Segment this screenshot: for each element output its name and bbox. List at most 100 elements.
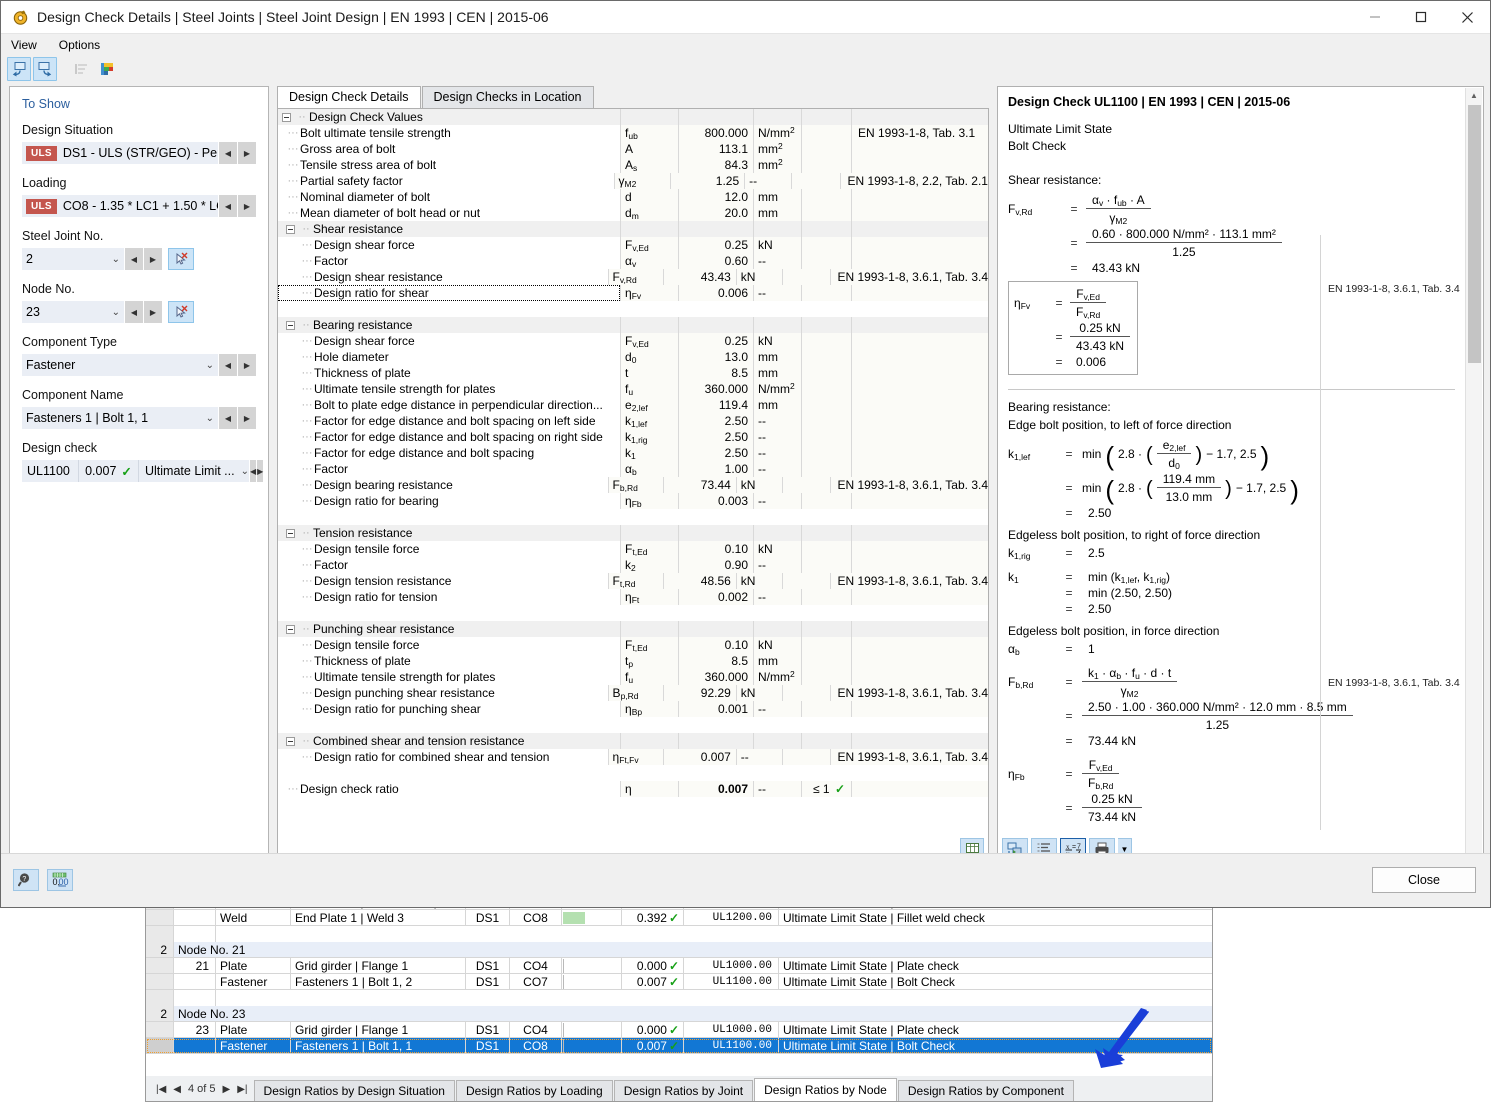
tree-item-row[interactable]: ··· Ultimate tensile strength for plates f… [278,669,988,685]
ratios-tab-1[interactable]: Design Ratios by Loading [455,1080,613,1101]
loading-prev-button[interactable]: ◀ [219,195,237,217]
chevron-down-icon[interactable]: ⌄ [106,254,120,265]
tree-item-row[interactable]: ··· Gross area of bolt A 113.1 mm2 [278,141,988,157]
tree-item-row[interactable]: ··· Ultimate tensile strength for plates f… [278,381,988,397]
tree-item-row[interactable]: ··· Nominal diameter of bolt d 12.0 mm [278,189,988,205]
tree-item-row[interactable]: ··· Design tension resistance Ft,Rd 48.56 kN… [278,573,988,589]
scroll-up-icon[interactable]: ▲ [1466,88,1482,103]
tree-item-row[interactable]: ··· Factor k2 0.90 -- [278,557,988,573]
tree-item-row[interactable]: ··· Design punching shear resistance Bp,Rd… [278,685,988,701]
tree-item-row[interactable]: ··· Factor αb 1.00 -- [278,461,988,477]
steel-joint-combo[interactable]: 2 ⌄ [22,248,124,270]
pager-prev[interactable]: ◀ [173,1084,181,1095]
menu-options[interactable]: Options [59,38,100,52]
component-type-prev-button[interactable]: ◀ [219,354,237,376]
tree-group-row[interactable]: ·· Design Check Values [278,109,988,125]
chevron-down-icon[interactable]: ⌄ [200,413,214,424]
design-situation-next-button[interactable]: ▶ [238,142,256,164]
design-check-values-tree[interactable]: ·· Design Check Values ··· Bolt ultimate te… [277,108,989,865]
pick-node-icon[interactable] [168,301,194,323]
loading-next-button[interactable]: ▶ [238,195,256,217]
design-situation-prev-button[interactable]: ◀ [219,142,237,164]
next-check-icon[interactable] [33,57,57,81]
collapse-icon[interactable] [286,320,295,330]
tree-item-row[interactable]: ··· Design check ratio η 0.007 -- ≤ 1 ✓ [278,781,988,797]
ratios-tab-0[interactable]: Design Ratios by Design Situation [253,1080,455,1101]
table-pager[interactable]: |◀ ◀ 4 of 5 ▶ ▶| [150,1077,254,1101]
tree-group-row[interactable]: ·· Tension resistance [278,525,988,541]
previous-check-icon[interactable] [7,57,31,81]
tree-group-row[interactable]: ·· Punching shear resistance [278,621,988,637]
tree-item-row[interactable]: ··· Design ratio for bearing ηFb 0.003 -- [278,493,988,509]
close-button[interactable]: Close [1372,867,1476,893]
component-type-next-button[interactable]: ▶ [238,354,256,376]
collapse-icon[interactable] [286,528,295,538]
tree-item-row[interactable]: ··· Thickness of plate tp 8.5 mm [278,653,988,669]
table-group-row[interactable]: 2 Node No. 23 [146,1006,1212,1022]
help-magnifier-icon[interactable]: ? [13,869,39,891]
design-check-description[interactable]: Ultimate Limit ... ⌄ [138,460,249,482]
center-tabstrip[interactable]: Design Check Details Design Checks in Loc… [277,86,989,108]
chevron-down-icon[interactable]: ⌄ [235,466,249,477]
minimize-button[interactable] [1352,1,1398,34]
design-check-next-button[interactable]: ▶ [257,460,264,482]
tab-design-checks-in-location[interactable]: Design Checks in Location [421,86,594,108]
maximize-button[interactable] [1398,1,1444,34]
tree-item-row[interactable]: ··· Tensile stress area of bolt As 84.3 mm2 [278,157,988,173]
collapse-icon[interactable] [282,112,291,122]
pager-next[interactable]: ▶ [223,1084,231,1095]
tree-item-row[interactable]: ··· Thickness of plate t 8.5 mm [278,365,988,381]
tree-item-row[interactable]: ··· Design shear resistance Fv,Rd 43.43 kN EN… [278,269,988,285]
design-check-prev-button[interactable]: ◀ [250,460,257,482]
tree-item-row[interactable]: ··· Design shear force Fv,Ed 0.25 kN [278,237,988,253]
ratios-tab-4[interactable]: Design Ratios by Component [897,1080,1074,1101]
steel-joint-prev-button[interactable]: ◀ [125,248,143,270]
tree-item-row[interactable]: ··· Design tensile force Ft,Ed 0.10 kN [278,637,988,653]
menu-bar[interactable]: View Options [1,34,1490,55]
ratios-tab-2[interactable]: Design Ratios by Joint [613,1080,754,1101]
tree-item-row[interactable]: ··· Design ratio for tension ηFt 0.002 -- [278,589,988,605]
table-row[interactable]: 23 Plate Grid girder | Flange 1 DS1 CO4 0.000… [146,1022,1212,1038]
loading-combo[interactable]: ULS CO8 - 1.35 * LC1 + 1.50 * LC4 ⌄ [22,195,218,217]
tree-item-row[interactable]: ··· Design ratio for combined shear and t… [278,749,988,765]
component-name-combo[interactable]: Fasteners 1 | Bolt 1, 1 ⌄ [22,407,218,429]
table-row[interactable]: 21 Plate Grid girder | Flange 1 DS1 CO4 0.000… [146,958,1212,974]
collapse-icon[interactable] [286,224,295,234]
table-row[interactable]: Fastener Fasteners 1 | Bolt 1, 1 DS1 CO8 0.0… [146,1038,1212,1054]
ratios-tab-3[interactable]: Design Ratios by Node [754,1078,897,1101]
tree-item-row[interactable]: ··· Design ratio for punching shear ηBp 0.0… [278,701,988,717]
tree-group-row[interactable]: ·· Bearing resistance [278,317,988,333]
tree-item-row[interactable]: ··· Factor for edge distance and bolt spa… [278,445,988,461]
tree-item-row[interactable]: ··· Factor for edge distance and bolt spa… [278,413,988,429]
node-prev-button[interactable]: ◀ [125,301,143,323]
scroll-thumb[interactable] [1468,105,1481,363]
component-type-combo[interactable]: Fastener ⌄ [22,354,218,376]
node-combo[interactable]: 23 ⌄ [22,301,124,323]
tree-item-row[interactable]: ··· Partial safety factor γM2 1.25 -- EN 1993… [278,173,988,189]
design-situation-combo[interactable]: ULS DS1 - ULS (STR/GEO) - Perm... ⌄ [22,142,218,164]
tab-design-check-details[interactable]: Design Check Details [277,86,421,108]
design-check-code[interactable]: UL1100 [22,460,78,482]
table-group-row[interactable]: 2 Node No. 21 [146,942,1212,958]
tree-item-row[interactable]: ··· Factor αv 0.60 -- [278,253,988,269]
render-view-icon[interactable] [95,57,119,81]
menu-view[interactable]: View [11,38,37,52]
formula-scrollbar[interactable]: ▲ ▼ [1465,88,1482,863]
chevron-down-icon[interactable]: ⌄ [200,360,214,371]
tree-item-row[interactable]: ··· Design bearing resistance Fb,Rd 73.44 kN… [278,477,988,493]
collapse-icon[interactable] [286,736,295,746]
steel-joint-next-button[interactable]: ▶ [144,248,162,270]
tree-group-row[interactable]: ·· Shear resistance [278,221,988,237]
pager-first[interactable]: |◀ [156,1084,166,1095]
collapse-icon[interactable] [286,624,295,634]
tree-item-row[interactable]: ··· Factor for edge distance and bolt spa… [278,429,988,445]
pager-last[interactable]: ▶| [237,1084,247,1095]
node-next-button[interactable]: ▶ [144,301,162,323]
tree-item-row[interactable]: ··· Design ratio for shear ηFv 0.006 -- [278,285,988,301]
tree-item-row[interactable]: ··· Design tensile force Ft,Ed 0.10 kN [278,541,988,557]
tree-item-row[interactable]: ··· Bolt ultimate tensile strength fub 800.… [278,125,988,141]
component-name-prev-button[interactable]: ◀ [219,407,237,429]
component-name-next-button[interactable]: ▶ [238,407,256,429]
table-row[interactable]: Fastener Fasteners 1 | Bolt 1, 2 DS1 CO7 0.0… [146,974,1212,990]
tree-group-row[interactable]: ·· Combined shear and tension resistance [278,733,988,749]
